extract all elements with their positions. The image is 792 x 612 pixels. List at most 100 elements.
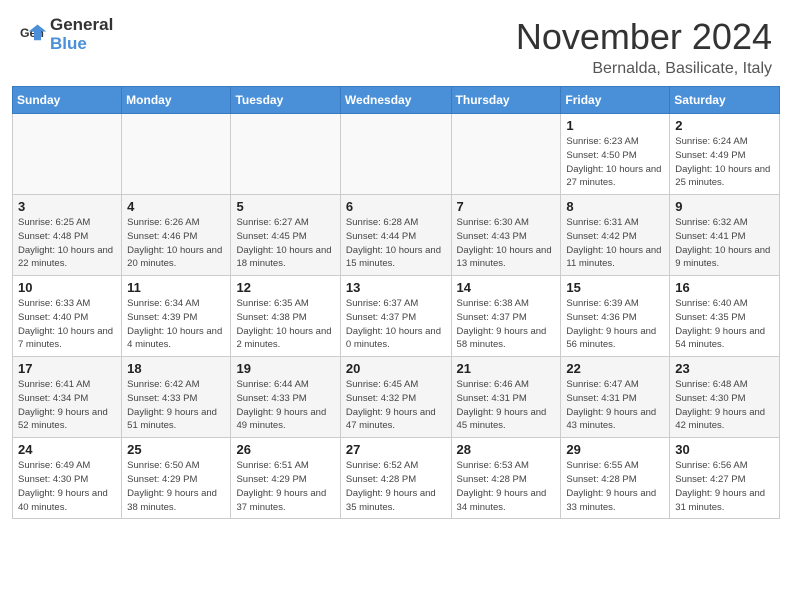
day-info: Sunrise: 6:56 AM Sunset: 4:27 PM Dayligh… <box>675 459 774 514</box>
calendar-cell <box>122 114 231 195</box>
calendar-cell: 3Sunrise: 6:25 AM Sunset: 4:48 PM Daylig… <box>13 195 122 276</box>
calendar-week-3: 17 Sunrise: 6:41 AM Sunset: 4:34 PM Dayli… <box>13 357 780 438</box>
day-info: Sunrise: 6:31 AM Sunset: 4:42 PM Dayligh… <box>566 216 664 271</box>
calendar-cell <box>340 114 451 195</box>
calendar-cell: 29 Sunrise: 6:55 AM Sunset: 4:28 PM Dayli… <box>561 438 670 519</box>
calendar-cell: 8 Sunrise: 6:31 AM Sunset: 4:42 PM Daylig… <box>561 195 670 276</box>
weekday-header-monday: Monday <box>122 87 231 114</box>
day-number: 22 <box>566 361 664 376</box>
calendar-cell: 4Sunrise: 6:26 AM Sunset: 4:46 PM Daylig… <box>122 195 231 276</box>
calendar-body: 1Sunrise: 6:23 AM Sunset: 4:50 PM Daylig… <box>13 114 780 519</box>
calendar-cell: 19 Sunrise: 6:44 AM Sunset: 4:33 PM Dayli… <box>231 357 340 438</box>
day-number: 24 <box>18 442 116 457</box>
weekday-header-friday: Friday <box>561 87 670 114</box>
calendar-cell: 20 Sunrise: 6:45 AM Sunset: 4:32 PM Dayli… <box>340 357 451 438</box>
calendar-cell: 10 Sunrise: 6:33 AM Sunset: 4:40 PM Dayli… <box>13 276 122 357</box>
day-info: Sunrise: 6:42 AM Sunset: 4:33 PM Dayligh… <box>127 378 225 433</box>
day-info: Sunrise: 6:45 AM Sunset: 4:32 PM Dayligh… <box>346 378 446 433</box>
weekday-header-thursday: Thursday <box>451 87 561 114</box>
logo: Gen General Blue <box>20 16 113 53</box>
logo-line2: Blue <box>50 35 113 54</box>
day-info: Sunrise: 6:53 AM Sunset: 4:28 PM Dayligh… <box>457 459 556 514</box>
day-number: 23 <box>675 361 774 376</box>
logo-icon: Gen <box>20 21 48 49</box>
calendar-cell: 30Sunrise: 6:56 AM Sunset: 4:27 PM Dayli… <box>670 438 780 519</box>
day-info: Sunrise: 6:39 AM Sunset: 4:36 PM Dayligh… <box>566 297 664 352</box>
calendar-cell: 14Sunrise: 6:38 AM Sunset: 4:37 PM Dayli… <box>451 276 561 357</box>
weekday-header-sunday: Sunday <box>13 87 122 114</box>
calendar-title: November 2024 <box>516 16 772 58</box>
day-number: 13 <box>346 280 446 295</box>
day-number: 9 <box>675 199 774 214</box>
day-info: Sunrise: 6:50 AM Sunset: 4:29 PM Dayligh… <box>127 459 225 514</box>
calendar-cell <box>451 114 561 195</box>
day-number: 5 <box>236 199 334 214</box>
calendar-cell: 15 Sunrise: 6:39 AM Sunset: 4:36 PM Dayli… <box>561 276 670 357</box>
day-number: 28 <box>457 442 556 457</box>
calendar-cell: 6 Sunrise: 6:28 AM Sunset: 4:44 PM Daylig… <box>340 195 451 276</box>
day-number: 21 <box>457 361 556 376</box>
calendar-cell: 12 Sunrise: 6:35 AM Sunset: 4:38 PM Dayli… <box>231 276 340 357</box>
day-info: Sunrise: 6:38 AM Sunset: 4:37 PM Dayligh… <box>457 297 556 352</box>
day-number: 2 <box>675 118 774 133</box>
day-info: Sunrise: 6:27 AM Sunset: 4:45 PM Dayligh… <box>236 216 334 271</box>
logo-line1: General <box>50 16 113 35</box>
calendar-week-1: 3Sunrise: 6:25 AM Sunset: 4:48 PM Daylig… <box>13 195 780 276</box>
calendar-cell: 13 Sunrise: 6:37 AM Sunset: 4:37 PM Dayli… <box>340 276 451 357</box>
calendar-week-0: 1Sunrise: 6:23 AM Sunset: 4:50 PM Daylig… <box>13 114 780 195</box>
calendar-cell: 24 Sunrise: 6:49 AM Sunset: 4:30 PM Dayli… <box>13 438 122 519</box>
day-number: 12 <box>236 280 334 295</box>
calendar-week-4: 24 Sunrise: 6:49 AM Sunset: 4:30 PM Dayli… <box>13 438 780 519</box>
calendar-cell: 18 Sunrise: 6:42 AM Sunset: 4:33 PM Dayli… <box>122 357 231 438</box>
calendar-cell: 9Sunrise: 6:32 AM Sunset: 4:41 PM Daylig… <box>670 195 780 276</box>
calendar-cell: 22 Sunrise: 6:47 AM Sunset: 4:31 PM Dayli… <box>561 357 670 438</box>
day-info: Sunrise: 6:40 AM Sunset: 4:35 PM Dayligh… <box>675 297 774 352</box>
day-number: 15 <box>566 280 664 295</box>
weekday-header-row: SundayMondayTuesdayWednesdayThursdayFrid… <box>13 87 780 114</box>
day-info: Sunrise: 6:30 AM Sunset: 4:43 PM Dayligh… <box>457 216 556 271</box>
day-number: 10 <box>18 280 116 295</box>
day-number: 19 <box>236 361 334 376</box>
day-info: Sunrise: 6:28 AM Sunset: 4:44 PM Dayligh… <box>346 216 446 271</box>
page-header: Gen General Blue November 2024 Bernalda,… <box>0 0 792 86</box>
day-info: Sunrise: 6:49 AM Sunset: 4:30 PM Dayligh… <box>18 459 116 514</box>
calendar-cell: 5 Sunrise: 6:27 AM Sunset: 4:45 PM Daylig… <box>231 195 340 276</box>
day-info: Sunrise: 6:51 AM Sunset: 4:29 PM Dayligh… <box>236 459 334 514</box>
weekday-header-saturday: Saturday <box>670 87 780 114</box>
day-info: Sunrise: 6:33 AM Sunset: 4:40 PM Dayligh… <box>18 297 116 352</box>
day-number: 17 <box>18 361 116 376</box>
calendar-cell: 26Sunrise: 6:51 AM Sunset: 4:29 PM Dayli… <box>231 438 340 519</box>
day-number: 20 <box>346 361 446 376</box>
day-info: Sunrise: 6:46 AM Sunset: 4:31 PM Dayligh… <box>457 378 556 433</box>
day-info: Sunrise: 6:44 AM Sunset: 4:33 PM Dayligh… <box>236 378 334 433</box>
day-info: Sunrise: 6:47 AM Sunset: 4:31 PM Dayligh… <box>566 378 664 433</box>
calendar-wrapper: SundayMondayTuesdayWednesdayThursdayFrid… <box>0 86 792 531</box>
calendar-cell: 7 Sunrise: 6:30 AM Sunset: 4:43 PM Daylig… <box>451 195 561 276</box>
day-number: 7 <box>457 199 556 214</box>
calendar-cell: 2 Sunrise: 6:24 AM Sunset: 4:49 PM Daylig… <box>670 114 780 195</box>
day-info: Sunrise: 6:52 AM Sunset: 4:28 PM Dayligh… <box>346 459 446 514</box>
day-number: 25 <box>127 442 225 457</box>
day-info: Sunrise: 6:55 AM Sunset: 4:28 PM Dayligh… <box>566 459 664 514</box>
day-info: Sunrise: 6:35 AM Sunset: 4:38 PM Dayligh… <box>236 297 334 352</box>
calendar-cell: 1Sunrise: 6:23 AM Sunset: 4:50 PM Daylig… <box>561 114 670 195</box>
day-number: 18 <box>127 361 225 376</box>
day-number: 27 <box>346 442 446 457</box>
day-info: Sunrise: 6:34 AM Sunset: 4:39 PM Dayligh… <box>127 297 225 352</box>
day-info: Sunrise: 6:41 AM Sunset: 4:34 PM Dayligh… <box>18 378 116 433</box>
day-info: Sunrise: 6:37 AM Sunset: 4:37 PM Dayligh… <box>346 297 446 352</box>
calendar-subtitle: Bernalda, Basilicate, Italy <box>516 60 772 78</box>
calendar-cell: 25 Sunrise: 6:50 AM Sunset: 4:29 PM Dayli… <box>122 438 231 519</box>
calendar-cell: 17 Sunrise: 6:41 AM Sunset: 4:34 PM Dayli… <box>13 357 122 438</box>
title-block: November 2024 Bernalda, Basilicate, Ital… <box>516 16 772 78</box>
calendar-table: SundayMondayTuesdayWednesdayThursdayFrid… <box>12 86 780 519</box>
day-info: Sunrise: 6:24 AM Sunset: 4:49 PM Dayligh… <box>675 135 774 190</box>
day-number: 29 <box>566 442 664 457</box>
calendar-cell: 21 Sunrise: 6:46 AM Sunset: 4:31 PM Dayli… <box>451 357 561 438</box>
day-number: 6 <box>346 199 446 214</box>
day-number: 8 <box>566 199 664 214</box>
calendar-cell: 27 Sunrise: 6:52 AM Sunset: 4:28 PM Dayli… <box>340 438 451 519</box>
calendar-cell: 11Sunrise: 6:34 AM Sunset: 4:39 PM Dayli… <box>122 276 231 357</box>
day-number: 16 <box>675 280 774 295</box>
calendar-cell <box>231 114 340 195</box>
